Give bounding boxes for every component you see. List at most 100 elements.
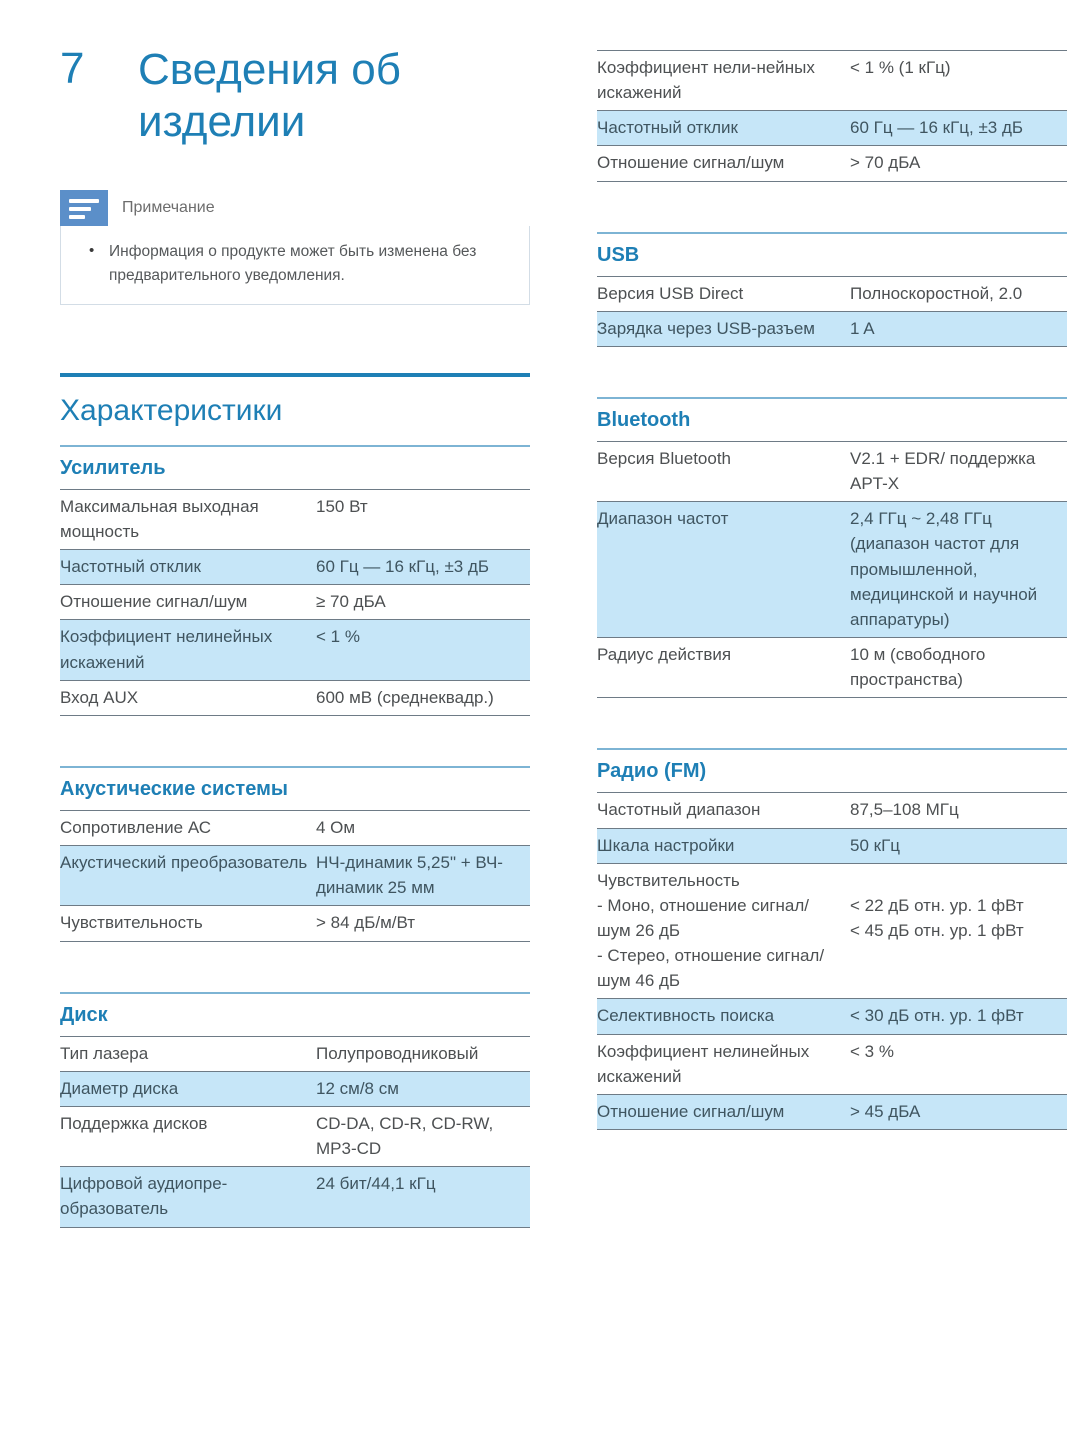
spec-key: Частотный диапазон: [597, 800, 761, 820]
spec-value: ≥ 70 дБА: [316, 592, 386, 612]
spec-table-radio: Частотный диапазон 87,5–108 МГц Шкала на…: [597, 792, 1067, 1130]
spec-value-spacer: [850, 868, 1067, 893]
spec-key: Радиус действия: [597, 645, 732, 665]
chapter-number: 7: [60, 44, 85, 93]
table-row: Версия Bluetooth V2.1 + EDR/ поддержка A…: [597, 441, 1067, 501]
group-amplifier: Усилитель Максимальная выходная мощность…: [60, 444, 530, 716]
spec-value: Полупроводниковый: [316, 1043, 479, 1063]
table-row: Отношение сигнал/шум > 45 дБА: [597, 1094, 1067, 1130]
spec-table-speakers: Сопротивление АС 4 Ом Акустический преоб…: [60, 810, 530, 942]
spec-value: 87,5–108 МГц: [850, 800, 959, 820]
table-row: Отношение сигнал/шум > 70 дБА: [597, 145, 1067, 182]
note-label: Примечание: [122, 198, 215, 216]
spec-key: Версия Bluetooth: [597, 448, 732, 468]
spec-value: Полноскоростной, 2.0: [850, 283, 1023, 303]
group-bluetooth: Bluetooth Версия Bluetooth V2.1 + EDR/ п…: [597, 396, 1067, 698]
specifications-heading: Характеристики: [60, 393, 283, 427]
table-row: Коэффициент нелинейных искажений < 3 %: [597, 1034, 1067, 1094]
spec-value: 2,4 ГГц ~ 2,48 ГГц (диапазон частот для …: [850, 509, 1038, 629]
note-lines-icon: [60, 189, 108, 226]
spec-key: Отношение сигнал/шум: [597, 153, 785, 173]
spec-value: V2.1 + EDR/ поддержка APT-X: [850, 448, 1036, 494]
chapter-title-block: 7 Сведения об изделии: [60, 0, 530, 148]
spec-key: Селективность поиска: [597, 1006, 775, 1026]
group-speakers: Акустические системы Сопротивление АС 4 …: [60, 765, 530, 942]
spec-table-bluetooth: Версия Bluetooth V2.1 + EDR/ поддержка A…: [597, 441, 1067, 698]
table-row: Диаметр диска 12 см/8 см: [60, 1071, 530, 1107]
spec-value: > 84 дБ/м/Вт: [316, 913, 416, 933]
spec-value: 50 кГц: [850, 835, 901, 855]
spec-value: 24 бит/44,1 кГц: [316, 1174, 436, 1194]
group-continued: Коэффициент нели-нейных искажений < 1 % …: [597, 0, 1067, 182]
spec-key-group: Чувствительность - Моно, отношение сигна…: [597, 863, 850, 999]
group-heading-radio: Радио (FM): [597, 760, 707, 783]
spec-table-amplifier: Максимальная выходная мощность 150 Вт Ча…: [60, 489, 530, 716]
spec-key: Тип лазера: [60, 1043, 149, 1063]
right-column: Коэффициент нели-нейных искажений < 1 % …: [597, 0, 1067, 1130]
spec-subkey-stereo: - Стерео, отношение сигнал/шум 46 дБ: [597, 946, 825, 991]
table-row: Отношение сигнал/шум ≥ 70 дБА: [60, 584, 530, 620]
spec-key: Коэффициент нелинейных искажений: [60, 627, 273, 672]
spec-value: 12 см/8 см: [316, 1078, 399, 1098]
group-disc: Диск Тип лазера Полупроводниковый Диамет…: [60, 991, 530, 1228]
spec-table-continued: Коэффициент нели-нейных искажений < 1 % …: [597, 50, 1067, 182]
spec-key: Отношение сигнал/шум: [597, 1101, 785, 1121]
table-row: Коэффициент нели-нейных искажений < 1 % …: [597, 50, 1067, 111]
note-header: Примечание: [60, 189, 530, 226]
table-row: Максимальная выходная мощность 150 Вт: [60, 489, 530, 549]
table-row: Частотный диапазон 87,5–108 МГц: [597, 792, 1067, 828]
spec-value: 1 A: [850, 318, 875, 338]
spec-value: CD-DA, CD-R, CD-RW, MP3-CD: [316, 1113, 494, 1159]
spec-value: 600 мВ (среднеквадр.): [316, 687, 494, 707]
table-row: Версия USB Direct Полноскоростной, 2.0: [597, 276, 1067, 311]
spec-key: Сопротивление АС: [60, 817, 212, 837]
table-row-sensitivity: Чувствительность - Моно, отношение сигна…: [597, 863, 1067, 999]
spec-key: Версия USB Direct: [597, 283, 744, 303]
note-body: Информация о продукте может быть изменен…: [60, 225, 530, 305]
spec-key: Максимальная выходная мощность: [60, 496, 259, 541]
spec-value: 60 Гц — 16 кГц, ±3 дБ: [850, 118, 1024, 138]
group-usb: USB Версия USB Direct Полноскоростной, 2…: [597, 231, 1067, 347]
note-callout: Примечание Информация о продукте может б…: [60, 189, 530, 305]
group-radio: Радио (FM) Частотный диапазон 87,5–108 М…: [597, 748, 1067, 1130]
left-column: 7 Сведения об изделии Примечание Информа…: [60, 0, 530, 1228]
spec-value: > 70 дБА: [850, 153, 921, 173]
list-item: Информация о продукте может быть изменен…: [77, 239, 513, 288]
group-heading-amplifier: Усилитель: [60, 456, 166, 479]
spec-key: Чувствительность: [60, 913, 203, 933]
spec-value: > 45 дБА: [850, 1101, 921, 1121]
table-row: Цифровой аудиопре-образователь 24 бит/44…: [60, 1166, 530, 1227]
table-row: Вход AUX 600 мВ (среднеквадр.): [60, 680, 530, 716]
table-row: Частотный отклик 60 Гц — 16 кГц, ±3 дБ: [597, 110, 1067, 146]
spec-key: Поддержка дисков: [60, 1113, 208, 1133]
spec-value: < 1 %: [316, 627, 360, 647]
page-title: Сведения об изделии: [138, 45, 401, 146]
table-row: Частотный отклик 60 Гц — 16 кГц, ±3 дБ: [60, 549, 530, 585]
spec-table-usb: Версия USB Direct Полноскоростной, 2.0 З…: [597, 276, 1067, 347]
group-heading-speakers: Акустические системы: [60, 777, 288, 800]
spec-key: Шкала настройки: [597, 835, 735, 855]
document-page: 7 Сведения об изделии Примечание Информа…: [0, 0, 1077, 1430]
spec-key: Отношение сигнал/шум: [60, 592, 248, 612]
spec-key: Диапазон частот: [597, 509, 729, 529]
spec-value: НЧ-динамик 5,25" + ВЧ-динамик 25 мм: [316, 853, 503, 898]
spec-key: Частотный отклик: [597, 118, 738, 138]
spec-value-group: < 22 дБ отн. ур. 1 фВт < 45 дБ отн. ур. …: [850, 863, 1067, 999]
spec-key: Диаметр диска: [60, 1078, 179, 1098]
spec-value: < 30 дБ отн. ур. 1 фВт: [850, 1006, 1024, 1026]
spec-subvalue-mono: < 22 дБ отн. ур. 1 фВт: [850, 895, 1024, 915]
table-row: Коэффициент нелинейных искажений < 1 %: [60, 619, 530, 681]
spec-key: Вход AUX: [60, 687, 139, 707]
table-row: Тип лазера Полупроводниковый: [60, 1036, 530, 1071]
spec-key: Зарядка через USB-разъем: [597, 318, 815, 338]
group-heading-bluetooth: Bluetooth: [597, 408, 691, 431]
table-row: Поддержка дисков CD-DA, CD-R, CD-RW, MP3…: [60, 1106, 530, 1166]
spec-value: 10 м (свободного пространства): [850, 645, 986, 690]
table-row: Радиус действия 10 м (свободного простра…: [597, 637, 1067, 698]
group-heading-disc: Диск: [60, 1003, 108, 1026]
spec-key: Частотный отклик: [60, 557, 201, 577]
table-row: Сопротивление АС 4 Ом: [60, 810, 530, 845]
table-row: Чувствительность > 84 дБ/м/Вт: [60, 905, 530, 942]
note-list: Информация о продукте может быть изменен…: [77, 239, 513, 288]
group-heading-usb: USB: [597, 243, 640, 266]
